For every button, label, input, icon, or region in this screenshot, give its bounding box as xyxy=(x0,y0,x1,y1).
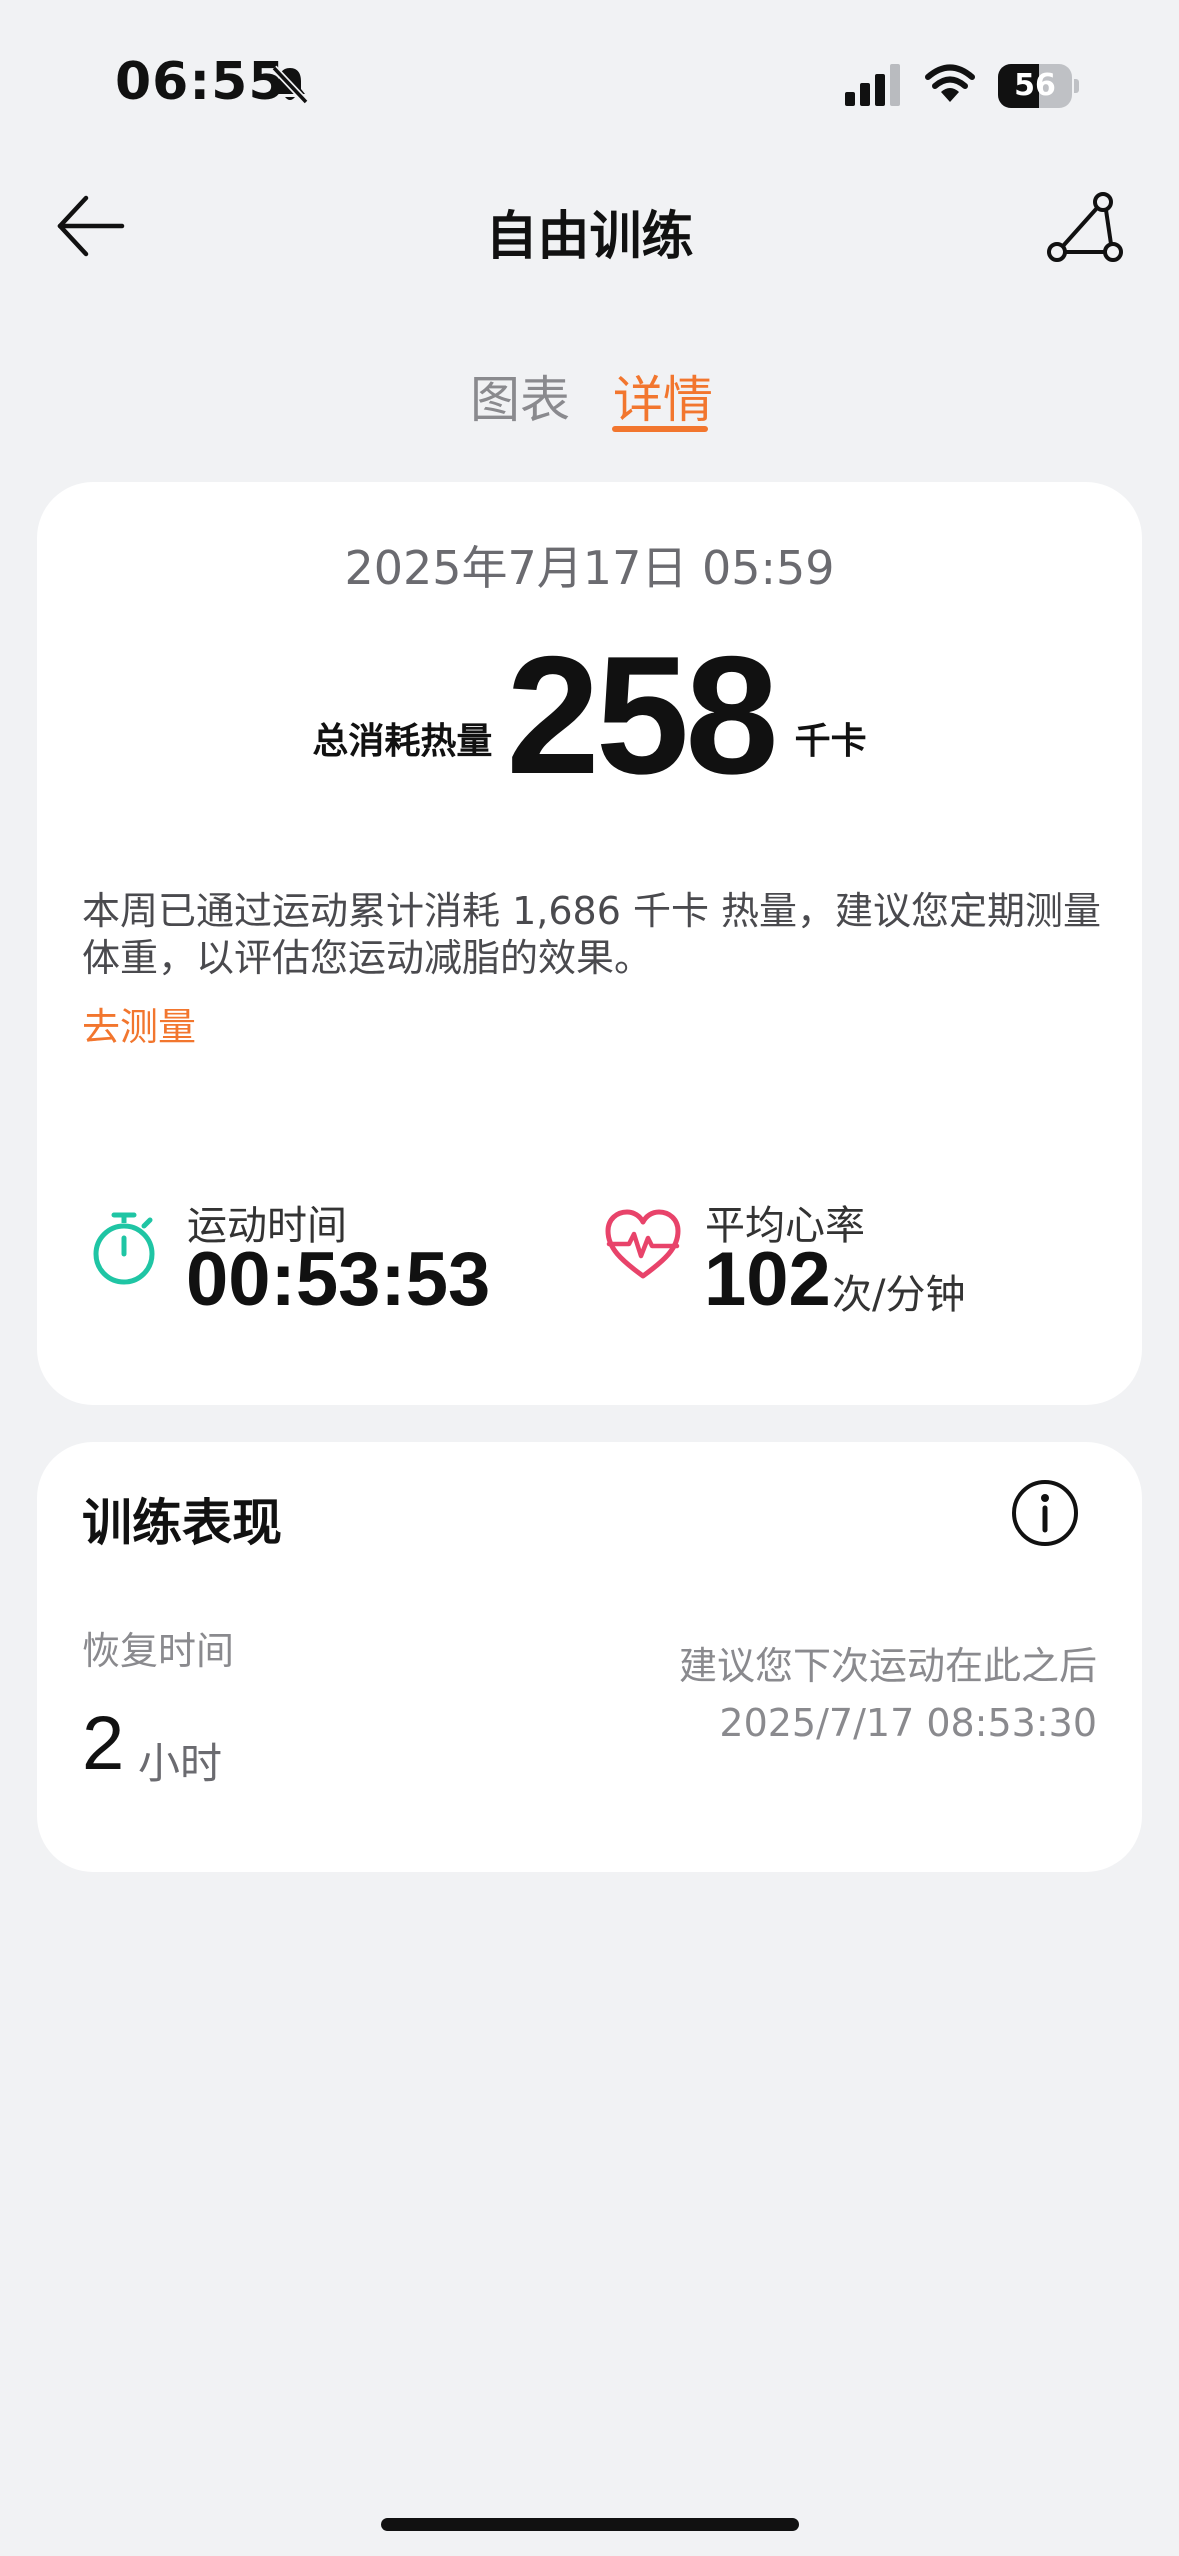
active-tab-indicator xyxy=(612,426,708,432)
recovery-time-unit: 小时 xyxy=(138,1739,223,1788)
calories-unit: 千卡 xyxy=(794,721,867,762)
battery-level-text: 56 xyxy=(1014,68,1056,103)
calories-label: 总消耗热量 xyxy=(312,721,493,762)
signal-icon xyxy=(845,64,900,106)
duration-value: 00:53:53 xyxy=(186,1237,491,1322)
battery-icon: 56 xyxy=(998,64,1080,108)
status-time: 06:55 xyxy=(115,52,286,112)
calories-value: 258 xyxy=(506,621,778,809)
weekly-calorie-description: 本周已通过运动累计消耗 1,686 千卡 热量，建议您定期测量体重，以评估您运动… xyxy=(82,889,1102,980)
suggestion-text: 建议您下次运动在此之后 xyxy=(678,1644,1097,1688)
info-icon[interactable] xyxy=(1010,1478,1080,1548)
recovery-time-value: 2 xyxy=(82,1701,125,1786)
home-indicator[interactable] xyxy=(381,2518,799,2531)
page-title: 自由训练 xyxy=(485,207,694,267)
heart-rate-unit: 次/分钟 xyxy=(832,1272,966,1318)
measure-weight-link[interactable]: 去测量 xyxy=(82,996,196,1051)
suggestion-datetime: 2025/7/17 08:53:30 xyxy=(719,1701,1097,1745)
route-icon[interactable] xyxy=(1045,190,1125,266)
next-workout-suggestion: 建议您下次运动在此之后 2025/7/17 08:53:30 xyxy=(679,1638,1097,1752)
performance-title: 训练表现 xyxy=(82,1494,282,1552)
recovery-time-label: 恢复时间 xyxy=(82,1629,235,1673)
workout-datetime: 2025年7月17日 05:59 xyxy=(344,541,835,595)
calories-row: 总消耗热量 258 千卡 xyxy=(0,621,1179,809)
bell-slash-icon xyxy=(271,65,309,105)
heart-rate-value: 102 xyxy=(704,1237,831,1322)
heart-pulse-icon xyxy=(605,1209,681,1279)
wifi-icon xyxy=(925,64,975,102)
tab-detail[interactable]: 详情 xyxy=(613,360,713,432)
stopwatch-icon xyxy=(93,1212,155,1285)
tab-chart[interactable]: 图表 xyxy=(470,360,570,432)
